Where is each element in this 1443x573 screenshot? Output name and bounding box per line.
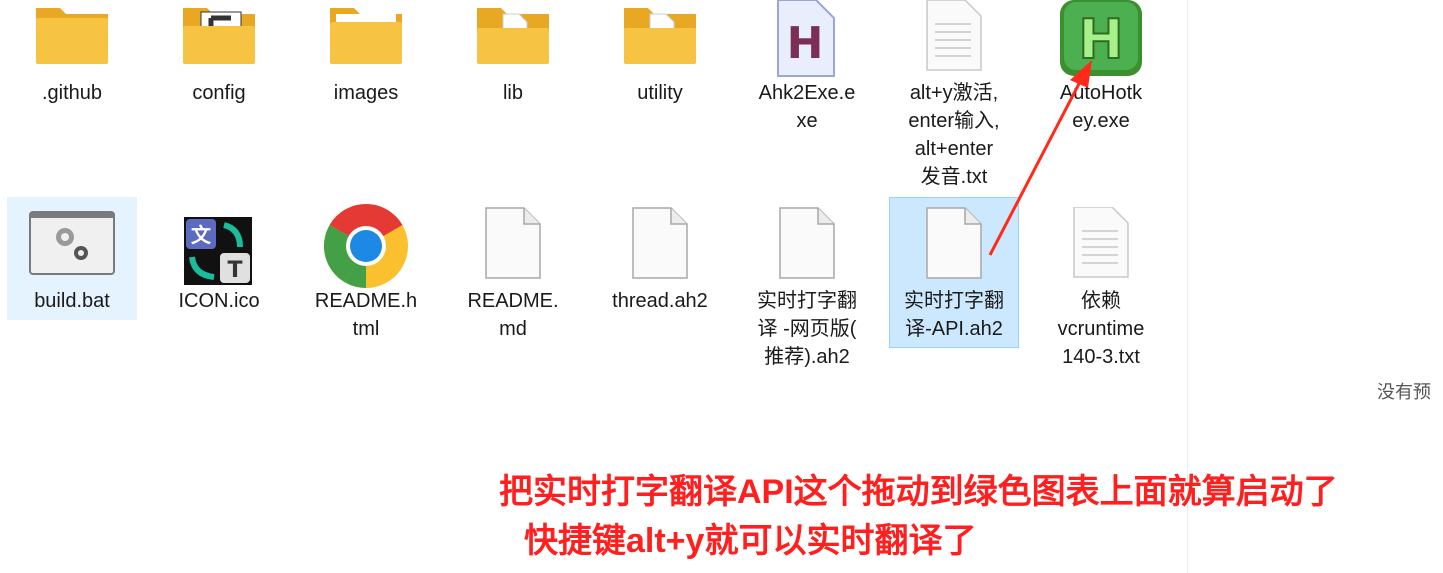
ahk2exe-icon: H — [777, 0, 835, 77]
file-ahk2exe[interactable]: H Ahk2Exe.e xe — [742, 0, 872, 140]
file-name: ICON.ico — [178, 290, 260, 312]
file-icon-ico[interactable]: 文 T ICON.ico — [154, 197, 284, 320]
file-name: thread.ah2 — [612, 290, 708, 312]
file-vcruntime-txt[interactable]: 依赖 vcruntime 140-3.txt — [1036, 197, 1166, 372]
file-name: README. md — [467, 290, 559, 340]
svg-text:文: 文 — [191, 223, 212, 247]
file-name: 实时打字翻 译-API.ah2 — [904, 290, 1004, 340]
folder-images[interactable]: images — [301, 0, 431, 120]
file-name: alt+y激活, enter输入, alt+enter 发音.txt — [908, 82, 1000, 188]
folder-config[interactable]: config — [154, 0, 284, 120]
file-name: 依赖 vcruntime 140-3.txt — [1057, 290, 1145, 368]
folder-utility[interactable]: utility — [595, 0, 725, 120]
file-hotkeys-txt[interactable]: alt+y激活, enter输入, alt+enter 发音.txt — [889, 0, 1019, 195]
file-name: Ahk2Exe.e xe — [758, 82, 856, 132]
translate-ico-icon: 文 T — [184, 217, 252, 285]
file-name: config — [192, 82, 246, 104]
file-web-version-ah2[interactable]: 实时打字翻 译 -网页版( 推荐).ah2 — [742, 197, 872, 372]
folder-icon — [36, 8, 108, 64]
file-readme-html[interactable]: README.h tml — [301, 197, 431, 347]
chrome-icon — [323, 203, 408, 289]
svg-text:H: H — [1078, 8, 1123, 71]
annotation-line-2: 快捷键alt+y就可以实时翻译了 — [524, 522, 977, 560]
file-build-bat[interactable]: build.bat — [7, 197, 137, 320]
text-file-icon — [926, 0, 982, 71]
file-name: README.h tml — [314, 290, 418, 340]
file-name: AutoHotk ey.exe — [1059, 82, 1143, 132]
file-api-ah2[interactable]: 实时打字翻 译-API.ah2 — [889, 197, 1019, 348]
file-autohotkey-exe[interactable]: H AutoHotk ey.exe — [1036, 0, 1166, 140]
blank-file-icon — [926, 207, 982, 279]
file-name: 实时打字翻 译 -网页版( 推荐).ah2 — [757, 290, 857, 368]
folder-lib[interactable]: lib — [448, 0, 578, 120]
file-name: utility — [637, 82, 683, 104]
blank-file-icon — [779, 207, 835, 279]
file-name: lib — [502, 82, 523, 104]
autohotkey-icon: H — [1060, 0, 1142, 76]
file-name: .github — [41, 82, 103, 104]
blank-file-icon — [485, 207, 541, 279]
annotation-line-1: 把实时打字翻译API这个拖动到绿色图表上面就算启动了 — [499, 473, 1338, 511]
file-readme-md[interactable]: README. md — [448, 197, 578, 347]
blank-file-icon — [632, 207, 688, 279]
text-file-icon — [1073, 207, 1129, 278]
file-name: build.bat — [34, 290, 110, 312]
folder-github[interactable]: .github — [7, 0, 137, 120]
folder-icon — [624, 8, 696, 64]
folder-icon — [477, 8, 549, 64]
batch-file-icon — [29, 211, 115, 275]
svg-text:H: H — [787, 18, 824, 69]
folder-icon — [330, 8, 402, 64]
preview-pane-message: 没有预 — [1377, 382, 1431, 402]
svg-text:T: T — [227, 258, 242, 283]
folder-icon — [183, 8, 255, 64]
file-thread-ah2[interactable]: thread.ah2 — [595, 197, 725, 320]
file-name: images — [333, 82, 399, 104]
